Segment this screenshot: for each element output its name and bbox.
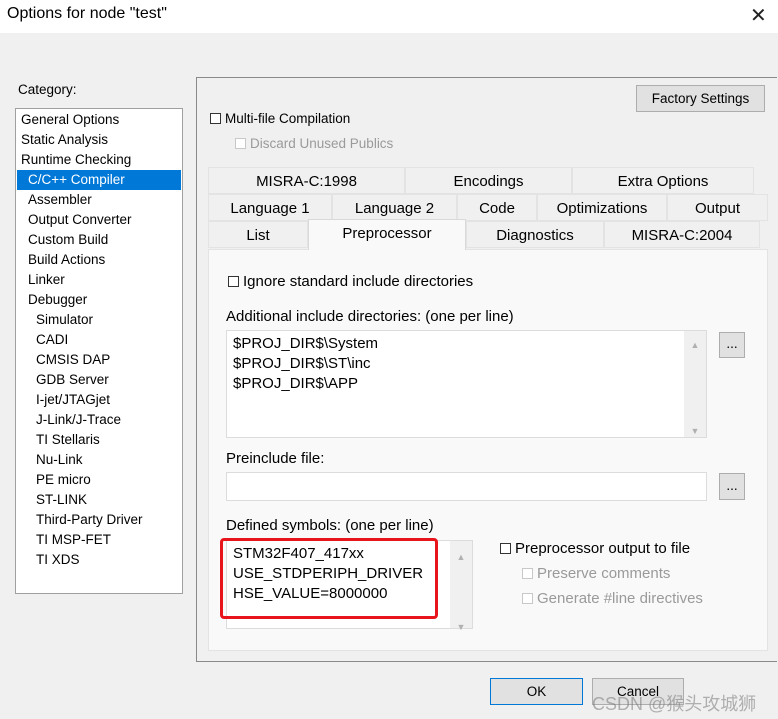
checkbox-icon [228,276,239,287]
multi-file-checkbox[interactable]: Multi-file Compilation [210,111,350,126]
category-item[interactable]: J-Link/J-Trace [17,410,181,430]
checkbox-icon [522,568,533,579]
tab-encodings[interactable]: Encodings [405,167,572,194]
tab-language-1[interactable]: Language 1 [208,194,332,221]
category-item[interactable]: Output Converter [17,210,181,230]
category-item[interactable]: I-jet/JTAGjet [17,390,181,410]
category-item[interactable]: CADI [17,330,181,350]
watermark: CSDN @猴头攻城狮 [592,694,757,714]
category-item[interactable]: Custom Build [17,230,181,250]
include-dirs-label: Additional include directories: (one per… [226,308,514,325]
include-dirs-textarea[interactable]: $PROJ_DIR$\System $PROJ_DIR$\ST\inc $PRO… [226,330,707,438]
tab-code[interactable]: Code [457,194,537,221]
category-item[interactable]: Build Actions [17,250,181,270]
highlight-box [220,538,438,619]
include-dirs-value: $PROJ_DIR$\System $PROJ_DIR$\ST\inc $PRO… [233,335,379,392]
category-item[interactable]: Third-Party Driver [17,510,181,530]
category-item[interactable]: TI MSP-FET [17,530,181,550]
tab-language-2[interactable]: Language 2 [332,194,457,221]
tab-misra-c-1998[interactable]: MISRA-C:1998 [208,167,405,194]
category-item[interactable]: Nu-Link [17,450,181,470]
scrollbar[interactable]: ▲ ▼ [684,331,706,437]
preprocessor-output-checkbox[interactable]: Preprocessor output to file [500,540,690,557]
output-file-label: Preprocessor output to file [515,540,691,557]
discard-label: Discard Unused Publics [250,136,394,151]
category-item[interactable]: Debugger [17,290,181,310]
defined-symbols-label: Defined symbols: (one per line) [226,517,434,534]
category-item[interactable]: Static Analysis [17,130,181,150]
preinclude-label: Preinclude file: [226,450,325,467]
generate-line-checkbox: Generate #line directives [522,590,703,607]
preinclude-input[interactable] [226,472,707,501]
category-item[interactable]: TI Stellaris [17,430,181,450]
preserve-label: Preserve comments [537,565,671,582]
checkbox-icon [210,113,221,124]
window-title: Options for node "test" [7,5,167,22]
multi-file-label: Multi-file Compilation [225,111,351,126]
category-label: Category: [18,82,77,97]
checkbox-icon [500,543,511,554]
tab-misra-c-2004[interactable]: MISRA-C:2004 [604,221,760,248]
ok-button[interactable]: OK [490,678,583,705]
ignore-std-include-checkbox[interactable]: Ignore standard include directories [228,273,473,290]
checkbox-icon [522,593,533,604]
category-item[interactable]: ST-LINK [17,490,181,510]
tab-diagnostics[interactable]: Diagnostics [466,221,604,248]
close-icon[interactable]: ✕ [750,3,767,28]
category-item[interactable]: TI XDS [17,550,181,570]
category-item[interactable]: Assembler [17,190,181,210]
genline-label: Generate #line directives [537,590,703,607]
tab-list[interactable]: List [208,221,308,248]
checkbox-icon [235,138,246,149]
preserve-comments-checkbox: Preserve comments [522,565,670,582]
tab-preprocessor[interactable]: Preprocessor [308,219,466,250]
tab-optimizations[interactable]: Optimizations [537,194,667,221]
scrollbar[interactable]: ▲ ▼ [450,541,472,632]
category-item[interactable]: General Options [17,110,181,130]
title-bar: Options for node "test" ✕ [0,0,778,33]
ignore-label: Ignore standard include directories [243,273,474,290]
include-browse-button[interactable]: ... [719,332,745,358]
category-item[interactable]: Runtime Checking [17,150,181,170]
category-item[interactable]: Simulator [17,310,181,330]
factory-settings-button[interactable]: Factory Settings [636,85,765,112]
tab-output[interactable]: Output [667,194,768,221]
category-item[interactable]: C/C++ Compiler [17,170,181,190]
tab-extra-options[interactable]: Extra Options [572,167,754,194]
category-item[interactable]: CMSIS DAP [17,350,181,370]
category-item[interactable]: PE micro [17,470,181,490]
category-list[interactable]: General Options Static Analysis Runtime Ch… [15,108,183,594]
category-item[interactable]: Linker [17,270,181,290]
category-item[interactable]: GDB Server [17,370,181,390]
discard-unused-checkbox: Discard Unused Publics [235,136,393,151]
preinclude-browse-button[interactable]: ... [719,473,745,500]
